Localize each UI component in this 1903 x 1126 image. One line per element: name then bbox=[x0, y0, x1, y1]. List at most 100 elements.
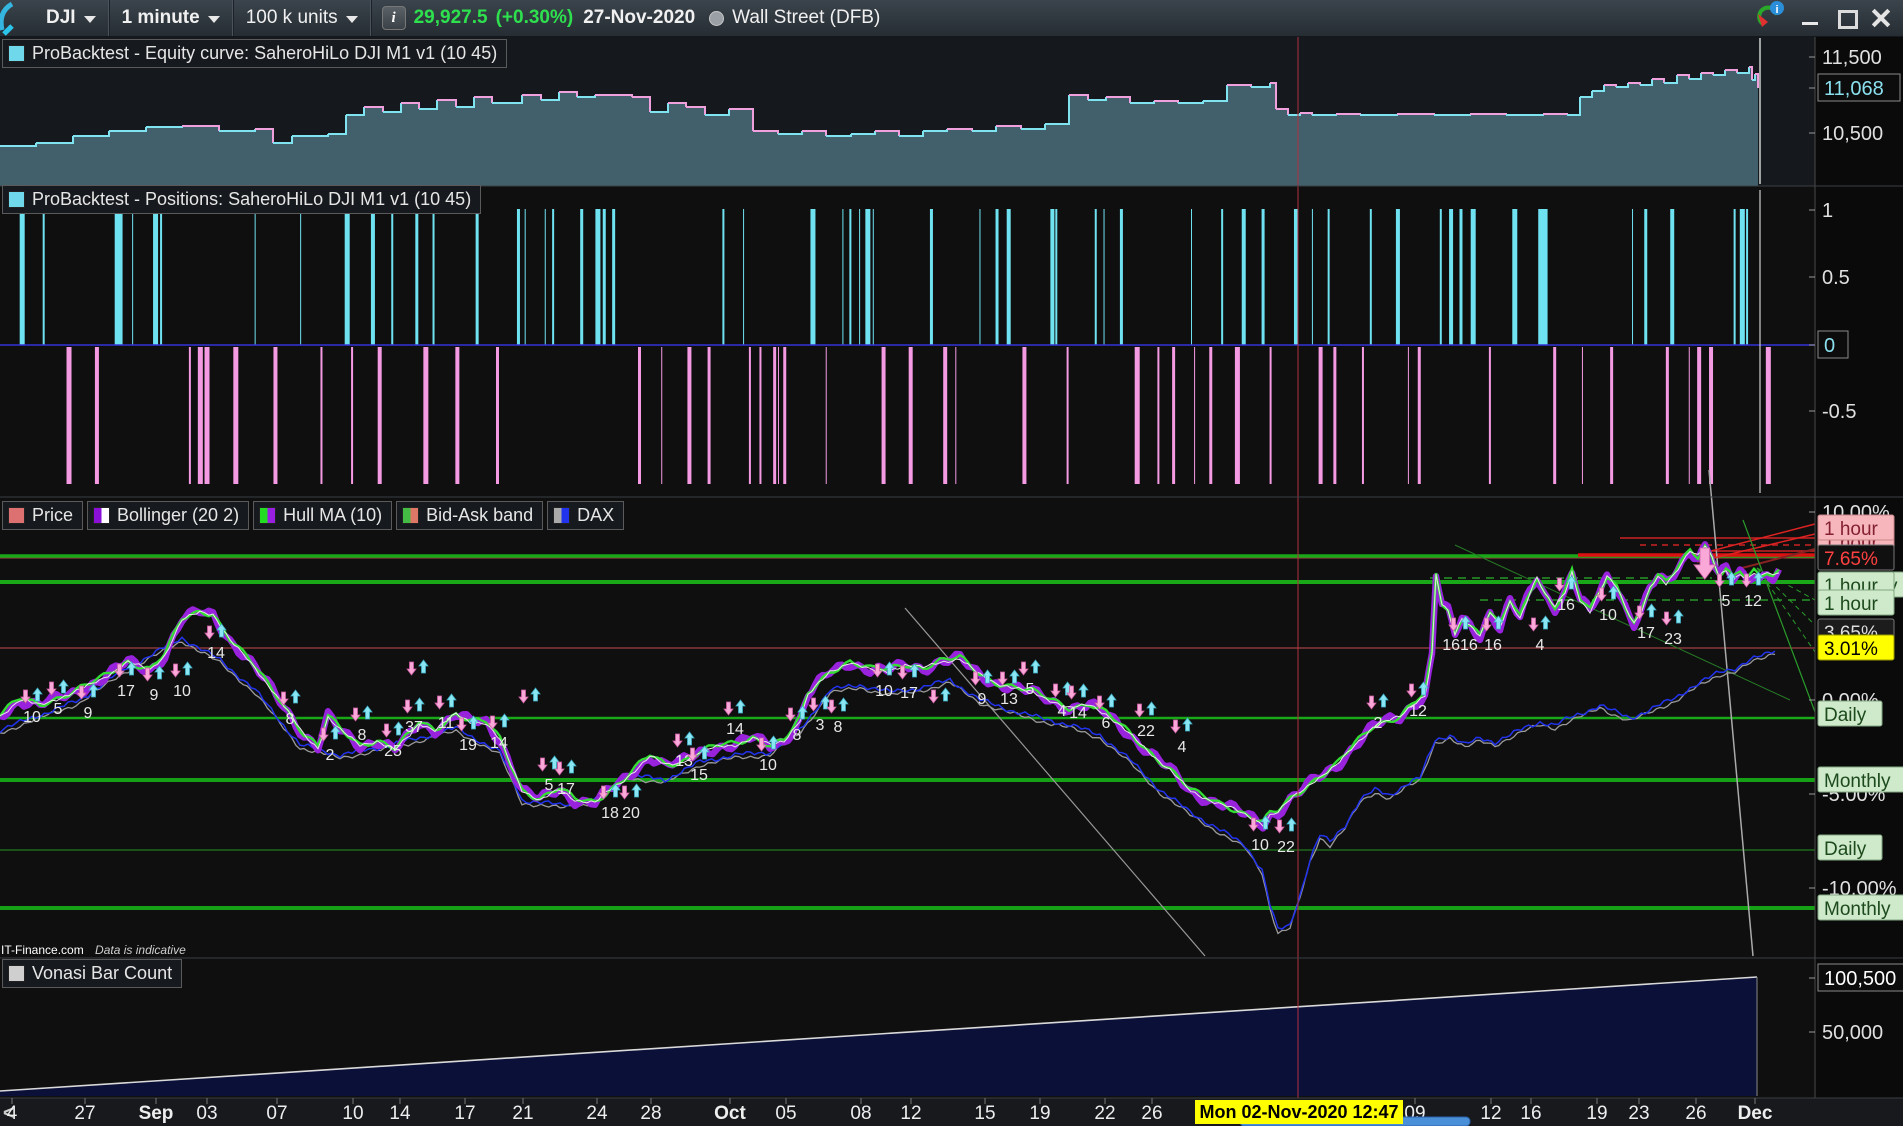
long-position-bar bbox=[865, 209, 871, 345]
chart-canvas: 10 5 917 9 10148282537 1119 145 1718 20131514108… bbox=[0, 35, 1903, 1126]
long-position-bar bbox=[1311, 209, 1313, 345]
long-position-bar bbox=[1632, 209, 1634, 345]
short-position-bar bbox=[1209, 347, 1213, 484]
legend-item-bollinger-20-2[interactable]: Bollinger (20 2) bbox=[87, 501, 250, 530]
axis-value-chip-label: 0 bbox=[1824, 335, 1835, 357]
chevron-down-icon bbox=[207, 16, 220, 23]
legend-item-dax[interactable]: DAX bbox=[547, 501, 625, 530]
info-icon[interactable]: i bbox=[381, 6, 406, 30]
time-axis-label: 28 bbox=[640, 1103, 661, 1124]
instrument-selector[interactable]: DJI bbox=[34, 0, 108, 36]
trade-count-label: 14 bbox=[490, 735, 508, 752]
last-price: 29,927.5 bbox=[413, 7, 488, 28]
axis-badge-label: 1 hour bbox=[1824, 594, 1879, 615]
time-axis-label: 19 bbox=[1586, 1103, 1607, 1124]
trade-count-label: 37 bbox=[405, 719, 423, 736]
axis-label: 0.5 bbox=[1822, 267, 1850, 289]
equity-curve-segment bbox=[146, 126, 183, 128]
long-position-bar bbox=[42, 209, 45, 345]
long-position-bar bbox=[929, 209, 933, 345]
trade-count-label: 4 bbox=[1536, 637, 1545, 654]
trade-count-label: 5 bbox=[545, 777, 554, 794]
long-position-bar bbox=[810, 209, 816, 345]
trade-count-label: 10 bbox=[875, 683, 893, 700]
short-position-bar bbox=[377, 347, 382, 484]
minimize-button[interactable] bbox=[1799, 8, 1821, 28]
short-position-bar bbox=[908, 347, 913, 484]
legend-label: Bollinger (20 2) bbox=[117, 505, 240, 525]
short-position-bar bbox=[881, 347, 886, 484]
legend-item-bid-ask-band[interactable]: Bid-Ask band bbox=[396, 501, 544, 530]
market-status-icon bbox=[709, 10, 725, 26]
trade-count-label: 23 bbox=[1664, 631, 1682, 648]
long-position-bar bbox=[872, 209, 874, 345]
axis-label: 1 bbox=[1822, 200, 1833, 222]
vonasi-panel-title: Vonasi Bar Count bbox=[32, 963, 173, 983]
legend-item-price[interactable]: Price bbox=[2, 501, 84, 530]
short-position-bar bbox=[748, 347, 751, 484]
toolbar-divider bbox=[369, 0, 372, 36]
long-position-bar bbox=[1733, 209, 1736, 345]
time-axis-label: 10 bbox=[342, 1103, 363, 1124]
trade-count-label: 17 bbox=[557, 781, 575, 798]
legend-item-hull-ma-10[interactable]: Hull MA (10) bbox=[253, 501, 393, 530]
short-position-bar bbox=[204, 347, 210, 484]
trade-count-label: 5 bbox=[1026, 681, 1035, 698]
trade-count-label: 10 bbox=[173, 683, 191, 700]
window-controls: i bbox=[1751, 0, 1903, 36]
long-position-bar bbox=[743, 209, 745, 345]
trade-count-label: 5 bbox=[1722, 593, 1731, 610]
long-position-bar bbox=[1119, 209, 1123, 345]
long-position-bar bbox=[1261, 209, 1265, 345]
long-position-bar bbox=[859, 209, 861, 345]
axis-badge-label: Monthly bbox=[1824, 771, 1891, 792]
svg-text:i: i bbox=[1775, 4, 1778, 16]
long-position-bar bbox=[1459, 209, 1463, 345]
timeframe-selector[interactable]: 1 minute bbox=[110, 0, 232, 36]
trade-count-label: 1616 bbox=[1442, 637, 1478, 654]
short-position-bar bbox=[1234, 347, 1240, 484]
timeframe-label: 1 minute bbox=[121, 7, 200, 28]
axis-label: 50,000 bbox=[1822, 1022, 1883, 1044]
long-position-bar bbox=[1191, 209, 1193, 345]
platform-logo-icon bbox=[0, 0, 34, 36]
close-button[interactable] bbox=[1871, 8, 1893, 28]
source-disclaimer: Data is indicative bbox=[95, 943, 186, 957]
legend-label: Hull MA (10) bbox=[283, 505, 383, 525]
short-position-bar bbox=[1333, 347, 1337, 484]
trade-count-label: 10 bbox=[759, 757, 777, 774]
long-position-bar bbox=[849, 209, 852, 345]
axis-badge-label: Daily bbox=[1824, 839, 1867, 860]
time-axis-label: 08 bbox=[850, 1103, 871, 1124]
time-axis-label: Oct bbox=[714, 1103, 746, 1124]
equity-curve-segment bbox=[1360, 114, 1398, 116]
axis-badge-label: Daily bbox=[1824, 705, 1867, 726]
short-position-bar bbox=[1417, 347, 1421, 484]
trade-count-label: 10 bbox=[23, 709, 41, 726]
short-position-bar bbox=[783, 347, 787, 484]
axis-value-chip-label: 100,500 bbox=[1824, 968, 1896, 990]
short-position-bar bbox=[1488, 347, 1491, 484]
trade-count-label: 5 bbox=[54, 701, 63, 718]
equity-panel-tab[interactable]: ProBacktest - Equity curve: SaheroHiLo D… bbox=[2, 39, 508, 68]
maximize-button[interactable] bbox=[1835, 8, 1858, 29]
short-position-bar bbox=[825, 347, 827, 484]
long-position-bar bbox=[1538, 209, 1544, 345]
long-position-bar bbox=[602, 209, 606, 345]
positions-panel-tab[interactable]: ProBacktest - Positions: SaheroHiLo DJI … bbox=[2, 185, 482, 214]
refresh-icon[interactable]: i bbox=[1751, 0, 1785, 36]
short-position-bar bbox=[773, 347, 777, 484]
vonasi-panel-tab[interactable]: Vonasi Bar Count bbox=[2, 959, 183, 988]
cursor-date-tooltip: Mon 02-Nov-2020 12:47 bbox=[1195, 1100, 1403, 1124]
units-selector[interactable]: 100 k units bbox=[234, 0, 370, 36]
short-position-bar bbox=[1610, 347, 1614, 484]
long-position-bar bbox=[842, 209, 844, 345]
long-position-bar bbox=[995, 209, 999, 345]
short-position-bar bbox=[1553, 347, 1557, 484]
trade-count-label: 8 bbox=[358, 727, 367, 744]
time-axis-label: 21 bbox=[512, 1103, 533, 1124]
long-position-bar bbox=[1644, 209, 1648, 345]
market-name: Wall Street (DFB) bbox=[732, 7, 881, 28]
axis-badge-label: Monthly bbox=[1824, 899, 1891, 920]
trade-count-label: 22 bbox=[1277, 839, 1295, 856]
